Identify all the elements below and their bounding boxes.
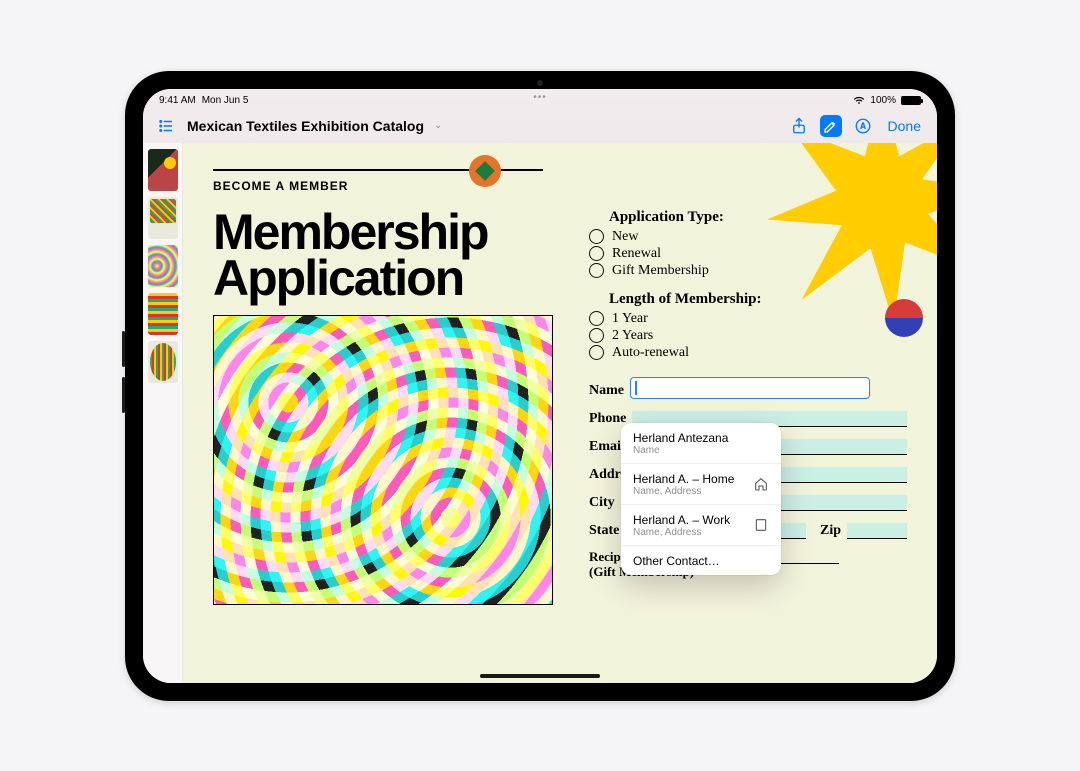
- radio-option[interactable]: Auto-renewal: [589, 345, 907, 361]
- volume-up-button[interactable]: [122, 331, 125, 367]
- name-field-row: Name: [589, 377, 907, 399]
- status-time: 9:41 AM: [159, 95, 196, 106]
- ipad-frame: 9:41 AM Mon Jun 5 ••• 100% Mexican Texti…: [125, 71, 955, 701]
- battery-percent: 100%: [870, 95, 896, 106]
- document-title[interactable]: Mexican Textiles Exhibition Catalog: [187, 118, 424, 134]
- share-icon[interactable]: [788, 115, 810, 137]
- headline: Membership Application: [213, 209, 553, 301]
- wifi-icon: [853, 96, 865, 105]
- done-button[interactable]: Done: [884, 118, 925, 134]
- autofill-suggestion[interactable]: Herland A. – WorkName, Address: [621, 505, 781, 546]
- ornament-icon: [469, 155, 501, 187]
- sidebar-toggle-icon[interactable]: [155, 115, 177, 137]
- autofill-icon[interactable]: [852, 115, 874, 137]
- building-icon: [753, 517, 769, 533]
- document-page[interactable]: BECOME A MEMBER Membership Application A…: [183, 143, 937, 683]
- home-indicator[interactable]: [480, 674, 600, 678]
- divider-rule: [213, 169, 543, 171]
- page-thumbnail[interactable]: [148, 245, 178, 287]
- autofill-suggestion[interactable]: Herland A. – HomeName, Address: [621, 464, 781, 505]
- camera-dot: [537, 80, 543, 86]
- title-chevron-icon[interactable]: ⌄: [434, 120, 442, 131]
- page-thumbnail[interactable]: [148, 341, 178, 383]
- screen: 9:41 AM Mon Jun 5 ••• 100% Mexican Texti…: [143, 89, 937, 683]
- autofill-popover: Herland AntezanaName Herland A. – HomeNa…: [621, 423, 781, 575]
- artwork-image: [213, 315, 553, 605]
- multitask-ellipsis-icon[interactable]: •••: [533, 92, 547, 103]
- status-bar: 9:41 AM Mon Jun 5 ••• 100%: [143, 89, 937, 109]
- page-thumbnail[interactable]: [148, 149, 178, 191]
- battery-icon: [901, 96, 921, 105]
- name-input[interactable]: [630, 377, 870, 399]
- thumbnail-sidebar[interactable]: [143, 143, 183, 683]
- toolbar: Mexican Textiles Exhibition Catalog ⌄ Do…: [143, 109, 937, 143]
- page-thumbnail[interactable]: [148, 197, 178, 239]
- status-date: Mon Jun 5: [202, 95, 249, 106]
- autofill-other-contact[interactable]: Other Contact…: [621, 546, 781, 575]
- page-thumbnail[interactable]: [148, 293, 178, 335]
- radio-option[interactable]: 2 Years: [589, 328, 907, 344]
- home-icon: [753, 476, 769, 492]
- volume-down-button[interactable]: [122, 377, 125, 413]
- autofill-suggestion[interactable]: Herland AntezanaName: [621, 423, 781, 464]
- star-graphic: [767, 143, 937, 323]
- markup-icon[interactable]: [820, 115, 842, 137]
- circle-graphic: [885, 299, 923, 337]
